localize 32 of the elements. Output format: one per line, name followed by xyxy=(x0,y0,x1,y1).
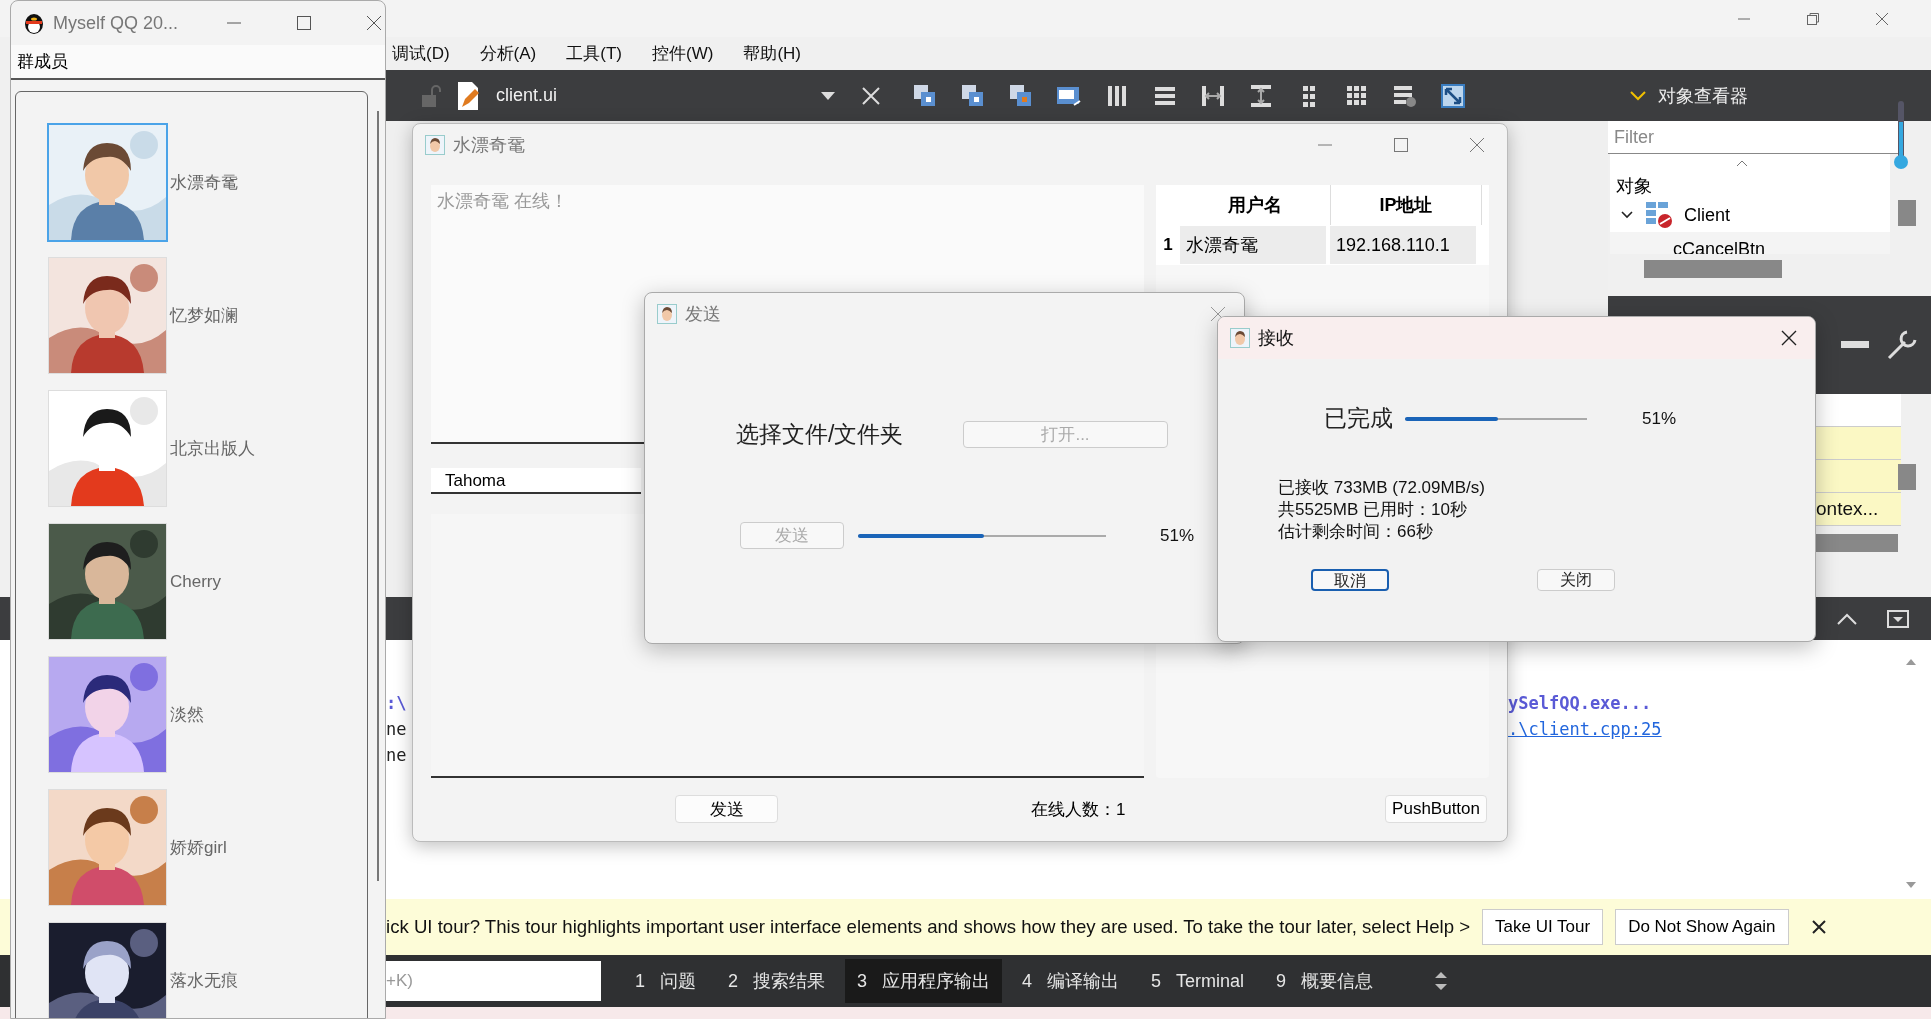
progress-percent: 51% xyxy=(1160,525,1195,546)
window-title: 水漂奇鼋 xyxy=(453,134,525,157)
transfer-detail: 已接收 733MB (72.09MB/s) xyxy=(1278,477,1486,499)
dialog-title: 接收 xyxy=(1258,327,1294,350)
output-line: :\ xyxy=(386,692,407,715)
transfer-detail: 共5525MB 已用时：10秒 xyxy=(1278,499,1468,521)
message-text: 水漂奇鼋 在线！ xyxy=(437,191,568,211)
output-line: ne xyxy=(386,744,407,767)
tour-message: ick UI tour? This tour highlights important user interface elements and shows how they are used. To take the tour later, select Help > xyxy=(386,916,1470,938)
member-name: 淡然 xyxy=(170,704,204,726)
table-cell: 水漂奇鼋 xyxy=(1180,226,1326,264)
output-line: ySelfQQ.exe... xyxy=(1508,692,1653,715)
output-line: ne xyxy=(386,718,407,741)
window-title: Myself QQ 20... xyxy=(53,12,180,34)
member-name: 娇娇girl xyxy=(170,837,227,859)
section-label: 群成员 xyxy=(11,45,385,80)
row-number: 1 xyxy=(1162,235,1174,255)
table-cell: 192.168.110.1 xyxy=(1330,226,1476,264)
transfer-detail: 估计剩余时间：66秒 xyxy=(1278,521,1434,543)
member-name: 水漂奇鼋 xyxy=(170,172,238,194)
member-name: 北京出版人 xyxy=(170,438,255,460)
progress-percent: 51% xyxy=(1642,408,1677,429)
property-value: ontex... xyxy=(1816,498,1879,519)
status-label: 已完成 xyxy=(1324,404,1394,433)
online-count: 在线人数：1 xyxy=(1031,798,1126,821)
member-name: Cherry xyxy=(170,571,221,592)
member-name: 落水无痕 xyxy=(170,970,238,992)
panel-title: 对象查看器 xyxy=(1658,84,1748,108)
prompt-label: 选择文件/文件夹 xyxy=(736,420,905,449)
member-name: 忆梦如澜 xyxy=(170,305,238,327)
dialog-title: 发送 xyxy=(685,303,721,326)
file-name: client.ui xyxy=(496,85,559,106)
